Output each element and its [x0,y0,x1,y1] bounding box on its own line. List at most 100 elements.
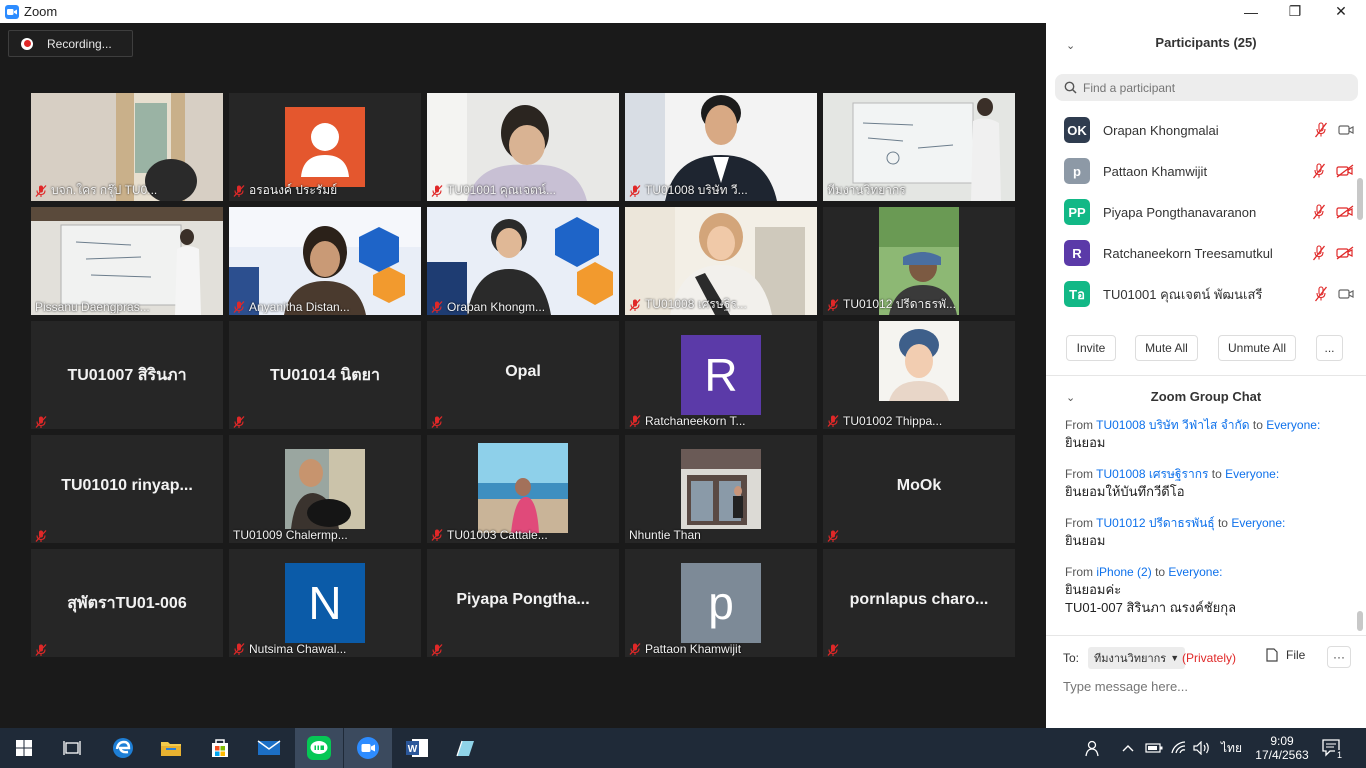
participant-video-tile[interactable]: TU01012 ปรีดาธรพั... [823,207,1015,315]
maximize-button[interactable]: ❐ [1272,0,1318,23]
word-button[interactable]: W [393,728,441,768]
participant-list-item[interactable]: R Ratchaneekorn Treesamutkul [1064,239,1354,267]
task-view-icon [63,741,81,755]
participant-video-tile[interactable]: ทีมงานวิทยากร [823,93,1015,201]
people-button[interactable] [1084,728,1102,768]
chat-sender[interactable]: TU01008 เศรษฐิรากร [1096,467,1208,481]
participant-list-item[interactable]: OK Orapan Khongmalai [1064,116,1354,144]
pen-app-button[interactable] [441,728,489,768]
muted-mic-icon[interactable] [1312,204,1326,220]
task-view-button[interactable] [48,728,96,768]
participant-name-label [827,644,1011,656]
zoom-taskbar-button[interactable] [344,728,392,768]
muted-mic-icon [431,644,443,656]
chat-scrollbar[interactable] [1357,611,1363,631]
muted-mic-icon[interactable] [1312,163,1326,179]
store-button[interactable] [196,728,244,768]
minimize-button[interactable]: — [1228,0,1274,23]
camera-off-icon[interactable] [1336,164,1354,178]
line-button[interactable] [295,728,343,768]
muted-mic-icon [35,644,47,656]
participant-video-tile[interactable]: TU01014 นิตยา [229,321,421,429]
chat-message: From TU01012 ปรีดาธรพันธุ์ to Everyone: ย… [1065,514,1350,550]
file-explorer-button[interactable] [147,728,195,768]
participant-video-tile[interactable]: N Nutsima Chawal... [229,549,421,657]
participant-video-tile[interactable]: TU01008 เศรษฐิร... [625,207,817,315]
camera-icon[interactable] [1338,124,1354,136]
recipient-select[interactable]: ทีมงานวิทยากร ▼ [1088,647,1186,669]
unmute-all-button[interactable]: Unmute All [1218,335,1296,361]
more-options-button[interactable]: ... [1316,335,1343,361]
participant-video-tile[interactable]: บจก.ใคร กรุ๊ป TU0... [31,93,223,201]
volume-button[interactable] [1193,728,1211,768]
chat-sender[interactable]: TU01008 บริษัท วีฟ่าไส จำกัด [1096,418,1249,432]
avatar-initials: OK [1067,122,1087,138]
mail-button[interactable] [245,728,293,768]
chat-more-button[interactable]: ··· [1327,646,1351,668]
participant-video-tile[interactable]: Orapan Khongm... [427,207,619,315]
show-hidden-icons-button[interactable] [1121,728,1135,768]
chat-message-text: ยินยอม [1065,435,1106,450]
muted-mic-icon[interactable] [1314,122,1328,138]
muted-mic-icon[interactable] [1312,245,1326,261]
participant-video-tile[interactable]: TU01001 คุณเจตน์... [427,93,619,201]
mute-all-button[interactable]: Mute All [1135,335,1198,361]
language-button[interactable]: ไทย [1221,728,1242,768]
participant-video-tile[interactable]: TU01002 Thippa... [823,321,1015,429]
camera-off-icon[interactable] [1336,205,1354,219]
close-button[interactable]: ✕ [1318,0,1364,23]
participant-list-item[interactable]: PP Piyapa Pongthanavaranon [1064,198,1354,226]
participant-list-item[interactable]: Tอ TU01001 คุณเจตน์ พัฒนเสรี [1064,280,1354,308]
participant-video-tile[interactable]: R Ratchaneekorn T... [625,321,817,429]
participant-name-label [431,644,615,656]
participant-name-label: Ratchaneekorn T... [629,414,813,428]
letter-avatar: R [681,335,761,415]
wifi-button[interactable] [1171,728,1187,768]
edge-button[interactable] [99,728,147,768]
participant-video-tile[interactable]: Pissanu Daengpras... [31,207,223,315]
participant-list-item[interactable]: p Pattaon Khamwijit [1064,157,1354,185]
clock-time: 9:09 [1270,734,1294,748]
participant-name-label: TU01002 Thippa... [827,414,1011,428]
invite-button[interactable]: Invite [1066,335,1116,361]
participant-video-tile[interactable]: Opal [427,321,619,429]
start-button[interactable] [0,728,48,768]
participant-video-tile[interactable]: TU01010 rinyap... [31,435,223,543]
camera-off-icon[interactable] [1336,246,1354,260]
participant-video-tile[interactable]: Piyapa Pongtha... [427,549,619,657]
privately-label: (Privately) [1182,651,1237,665]
from-label: From [1065,467,1093,481]
action-center-button[interactable]: 1 [1322,728,1345,768]
participant-name: Pissanu Daengpras... [35,300,150,314]
edge-icon [113,738,133,758]
participant-search[interactable] [1055,74,1358,101]
participant-video-tile[interactable]: pornlapus charo... [823,549,1015,657]
recording-indicator[interactable]: Recording... [8,30,133,57]
participant-video-tile[interactable]: สุพัตราTU01-006 [31,549,223,657]
participant-video-tile[interactable]: p Pattaon Khamwijit [625,549,817,657]
participant-video-tile[interactable]: TU01008 บริษัท วี... [625,93,817,201]
camera-icon[interactable] [1338,288,1354,300]
participant-video-tile[interactable]: TU01009 Chalermp... [229,435,421,543]
window-title: Zoom [24,4,58,19]
wifi-icon [1171,741,1186,754]
participant-video-tile[interactable]: MoOk [823,435,1015,543]
chat-sender[interactable]: TU01012 ปรีดาธรพันธุ์ [1096,516,1215,530]
participants-scrollbar[interactable] [1357,178,1363,220]
participant-name-label: Pattaon Khamwijit [629,642,813,656]
participant-video-tile[interactable]: อรอนงค์ ประรัมย์ [229,93,421,201]
chat-message-input[interactable] [1063,676,1353,696]
search-input[interactable] [1083,80,1343,95]
participant-video-tile[interactable]: Nhuntie Than [625,435,817,543]
participant-video-tile[interactable]: Anyanitha Distan... [229,207,421,315]
clock[interactable]: 9:09 17/4/2563 [1254,728,1310,768]
participant-video [31,207,223,315]
muted-mic-icon[interactable] [1314,286,1328,302]
file-button[interactable]: File [1266,648,1305,662]
line-app-icon [307,736,331,760]
battery-button[interactable] [1145,728,1163,768]
chat-sender[interactable]: iPhone (2) [1096,565,1151,579]
chat-message-header: From TU01012 ปรีดาธรพันธุ์ to Everyone: [1065,514,1350,532]
participant-video-tile[interactable]: TU01007 สิรินภา [31,321,223,429]
participant-video-tile[interactable]: TU01003 Cattale... [427,435,619,543]
